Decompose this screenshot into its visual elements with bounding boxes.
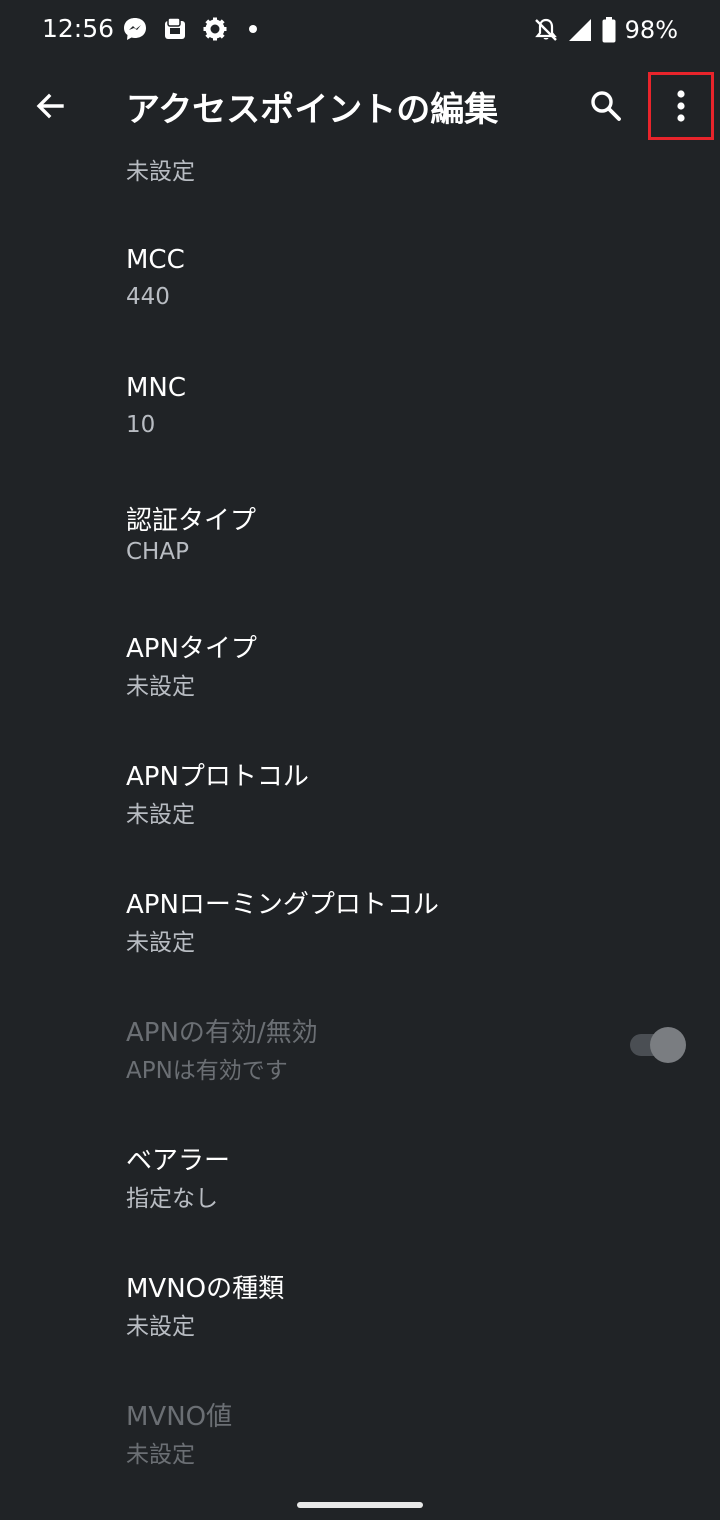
dot-icon	[249, 25, 257, 33]
list-item-summary: 指定なし	[126, 1186, 218, 1212]
list-item-summary: 未設定	[126, 1442, 195, 1468]
apn-enable-switch	[628, 1025, 686, 1065]
signal-icon	[568, 19, 591, 41]
list-item-mvno-type[interactable]: MVNOの種類 未設定	[0, 1251, 720, 1379]
app-bar: アクセスポイントの編集	[0, 60, 720, 152]
status-bar: 12:56 98%	[0, 0, 720, 60]
list-item-summary: 440	[126, 284, 170, 310]
list-item-summary: APNは有効です	[126, 1058, 288, 1084]
more-options-button[interactable]	[648, 72, 714, 140]
partial-item-summary: 未設定	[126, 159, 195, 185]
list-item-title: APNローミングプロトコル	[126, 890, 439, 920]
switch-thumb	[650, 1027, 686, 1063]
gear-icon	[203, 17, 227, 41]
list-item-title: 認証タイプ	[126, 506, 257, 536]
list-item-auth-type[interactable]: 認証タイプ CHAP	[0, 483, 720, 611]
list-item-mvno-value: MVNO値 未設定	[0, 1379, 720, 1507]
list-item-title: APNタイプ	[126, 634, 257, 664]
list-item-summary: 未設定	[126, 930, 195, 956]
list-item-title: APNの有効/無効	[126, 1018, 318, 1048]
gesture-nav-handle[interactable]	[297, 1502, 423, 1508]
list-item-apn-protocol[interactable]: APNプロトコル 未設定	[0, 739, 720, 867]
messenger-icon	[124, 18, 146, 40]
screen: 12:56 98% アクセスポイントの編集 未設定 MCC 440 MNC 10…	[0, 0, 720, 1520]
back-button[interactable]	[22, 78, 78, 134]
search-icon	[591, 91, 621, 121]
list-item-title: ベアラー	[126, 1146, 231, 1176]
list-item-summary: CHAP	[126, 539, 189, 565]
list-item-bearer[interactable]: ベアラー 指定なし	[0, 1123, 720, 1251]
list-item-apn-type[interactable]: APNタイプ 未設定	[0, 611, 720, 739]
list-item-title: MNC	[126, 373, 187, 403]
arrow-back-icon	[36, 93, 64, 119]
list-item-summary: 未設定	[126, 1314, 195, 1340]
list-item-summary: 10	[126, 412, 156, 438]
more-vert-icon	[677, 90, 685, 122]
list-item-apn-roaming-protocol[interactable]: APNローミングプロトコル 未設定	[0, 867, 720, 995]
battery-percent: 98%	[624, 16, 678, 44]
wallet-icon	[165, 17, 185, 39]
bell-off-icon	[534, 18, 557, 41]
page-title: アクセスポイントの編集	[126, 90, 499, 130]
list-item-mcc[interactable]: MCC 440	[0, 228, 720, 356]
list-item-summary: 未設定	[126, 802, 195, 828]
list-item-mnc[interactable]: MNC 10	[0, 356, 720, 484]
search-button[interactable]	[578, 78, 634, 134]
status-right-group: 98%	[533, 14, 678, 46]
list-item-title: APNプロトコル	[126, 762, 309, 792]
battery-icon	[602, 17, 616, 43]
list-item-apn-enable: APNの有効/無効 APNは有効です	[0, 995, 720, 1123]
list-item-title: MVNOの種類	[126, 1274, 285, 1304]
list-item-title: MVNO値	[126, 1402, 233, 1432]
status-time: 12:56	[42, 14, 115, 43]
list-item-title: MCC	[126, 245, 185, 275]
list-item-summary: 未設定	[126, 674, 195, 700]
